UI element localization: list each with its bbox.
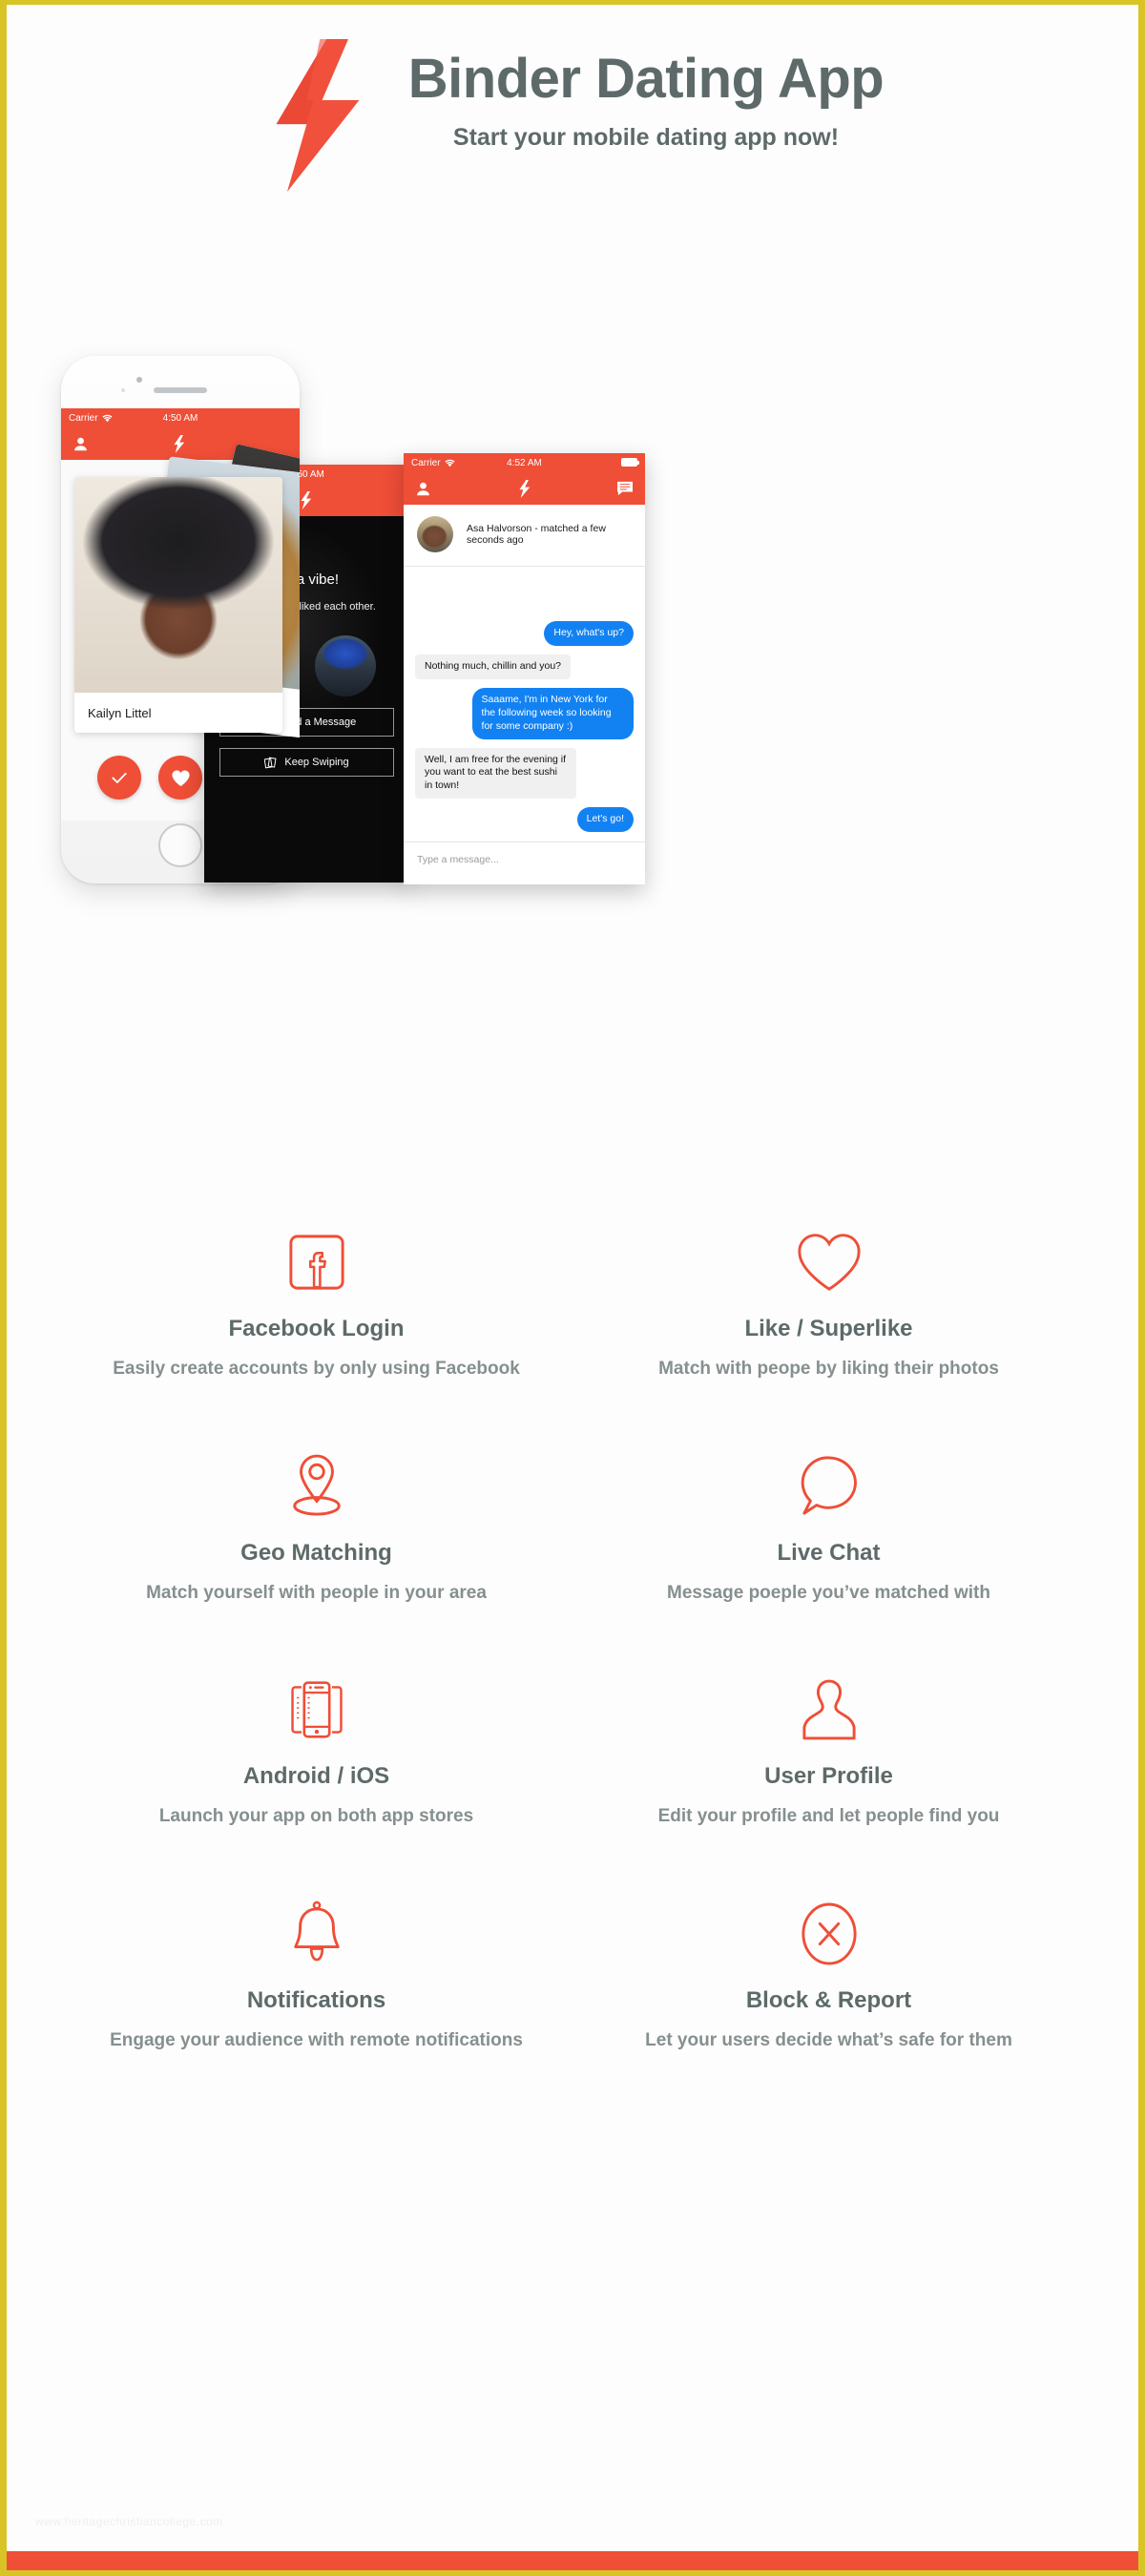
lightning-bolt-icon: [518, 479, 530, 498]
phone-camera-icon: [136, 377, 142, 383]
watermark-text: www.heritagechristiancollege.com: [35, 2515, 223, 2528]
chat-bubble-incoming: Nothing much, chillin and you?: [415, 654, 572, 679]
map-pin-icon: [98, 1450, 534, 1523]
messages-icon[interactable]: [616, 481, 634, 496]
swipe-status-bar: Carrier 4:50 AM: [61, 408, 300, 427]
chat-screen-mockup: Carrier 4:52 AM Asa Halvorson - matched …: [404, 453, 645, 884]
person-icon[interactable]: [415, 481, 431, 497]
check-icon: [112, 772, 127, 784]
feature-live-chat: Live Chat Message poeple you’ve matched …: [572, 1450, 1085, 1608]
page-title: Binder Dating App: [407, 48, 885, 110]
facebook-icon: [98, 1226, 534, 1298]
feature-title: Live Chat: [777, 1539, 881, 1566]
status-time: 4:52 AM: [507, 457, 542, 468]
chat-input-field[interactable]: Type a message...: [404, 841, 645, 876]
cards-icon: [264, 757, 277, 768]
feature-desc: Launch your app on both app stores: [158, 1806, 474, 1826]
chat-message-list: Hey, what's up? Nothing much, chillin an…: [404, 567, 645, 841]
avatar: [314, 635, 376, 696]
chat-bubble-icon: [611, 1450, 1047, 1523]
user-profile-icon: [611, 1673, 1047, 1746]
chat-bubble-incoming: Well, I am free for the evening if you w…: [415, 747, 577, 800]
feature-title: Like / Superlike: [744, 1316, 913, 1341]
phone-speaker-icon: [154, 387, 207, 393]
feature-block-report: Block & Report Let your users decide wha…: [572, 1898, 1085, 2055]
feature-notifications: Notifications Engage your audience with …: [60, 1898, 572, 2055]
mobile-devices-icon: [98, 1673, 534, 1746]
feature-title: Notifications: [246, 1986, 386, 2013]
page-tagline: Start your mobile dating app now!: [452, 123, 840, 151]
feature-title: Android / iOS: [242, 1763, 390, 1789]
phone-sensor-icon: [121, 388, 125, 392]
card-name: Kailyn Littel: [88, 705, 152, 720]
feature-desc: Engage your audience with remote notific…: [110, 2029, 523, 2050]
chat-bubble-outgoing: Hey, what's up?: [544, 621, 634, 647]
feature-desc: Message poeple you’ve matched with: [667, 1582, 990, 1603]
phone-mockups: Carrier 4:50 AM Kailyn Littel 4:50 AM It…: [7, 247, 1138, 1201]
chat-bubble-outgoing: Saaame, I'm in New York for the followin…: [471, 687, 634, 739]
lightning-bolt-icon: [300, 490, 311, 509]
feature-desc: Let your users decide what’s safe for th…: [645, 2029, 1012, 2050]
block-circle-x-icon: [611, 1898, 1047, 1970]
feature-title: Facebook Login: [228, 1316, 405, 1341]
chat-match-label: Asa Halvorson - matched a few seconds ag…: [467, 523, 606, 546]
bell-icon: [98, 1898, 534, 1970]
feature-like-superlike: Like / Superlike Match with peope by lik…: [572, 1226, 1085, 1383]
swipe-card-top[interactable]: Kailyn Littel: [74, 477, 282, 733]
lightning-bolt-icon: [174, 434, 185, 453]
battery-icon: [621, 458, 639, 467]
bottom-accent-bar: [7, 2551, 1138, 2576]
chat-nav-bar: [404, 472, 645, 505]
feature-facebook-login: Facebook Login Easily create accounts by…: [60, 1226, 572, 1383]
feature-desc: Easily create accounts by only using Fac…: [113, 1359, 520, 1379]
feature-geo-matching: Geo Matching Match yourself with people …: [60, 1450, 572, 1608]
keep-swiping-button[interactable]: Keep Swiping: [219, 748, 394, 777]
feature-desc: Match yourself with people in your area: [146, 1582, 487, 1603]
keep-swiping-label: Keep Swiping: [284, 757, 349, 768]
phone-home-button[interactable]: [158, 823, 202, 867]
card-photo: [74, 477, 282, 693]
avatar: [417, 516, 453, 552]
chat-match-header[interactable]: Asa Halvorson - matched a few seconds ag…: [404, 505, 645, 567]
poster-page: Binder Dating App Start your mobile dati…: [0, 0, 1145, 2576]
feature-grid: Facebook Login Easily create accounts by…: [7, 1226, 1138, 2054]
person-icon[interactable]: [73, 436, 89, 452]
feature-android-ios: Android / iOS Launch your app on both ap…: [60, 1673, 572, 1831]
chat-bubble-outgoing: Let's go!: [576, 807, 634, 832]
heart-icon: [171, 769, 190, 786]
superlike-button[interactable]: [158, 756, 202, 800]
feature-desc: Edit your profile and let people find yo…: [657, 1806, 1000, 1826]
chat-status-bar: Carrier 4:52 AM: [404, 453, 645, 472]
page-header: Binder Dating App Start your mobile dati…: [7, 5, 1138, 253]
feature-title: Block & Report: [745, 1986, 912, 2013]
status-time: 4:50 AM: [162, 412, 198, 424]
heart-icon: [611, 1226, 1047, 1298]
lightning-bolt-icon: [276, 39, 360, 192]
approve-button[interactable]: [97, 756, 141, 800]
feature-user-profile: User Profile Edit your profile and let p…: [572, 1673, 1085, 1831]
feature-title: User Profile: [764, 1763, 893, 1789]
feature-title: Geo Matching: [240, 1539, 392, 1566]
feature-desc: Match with peope by liking their photos: [658, 1359, 999, 1379]
